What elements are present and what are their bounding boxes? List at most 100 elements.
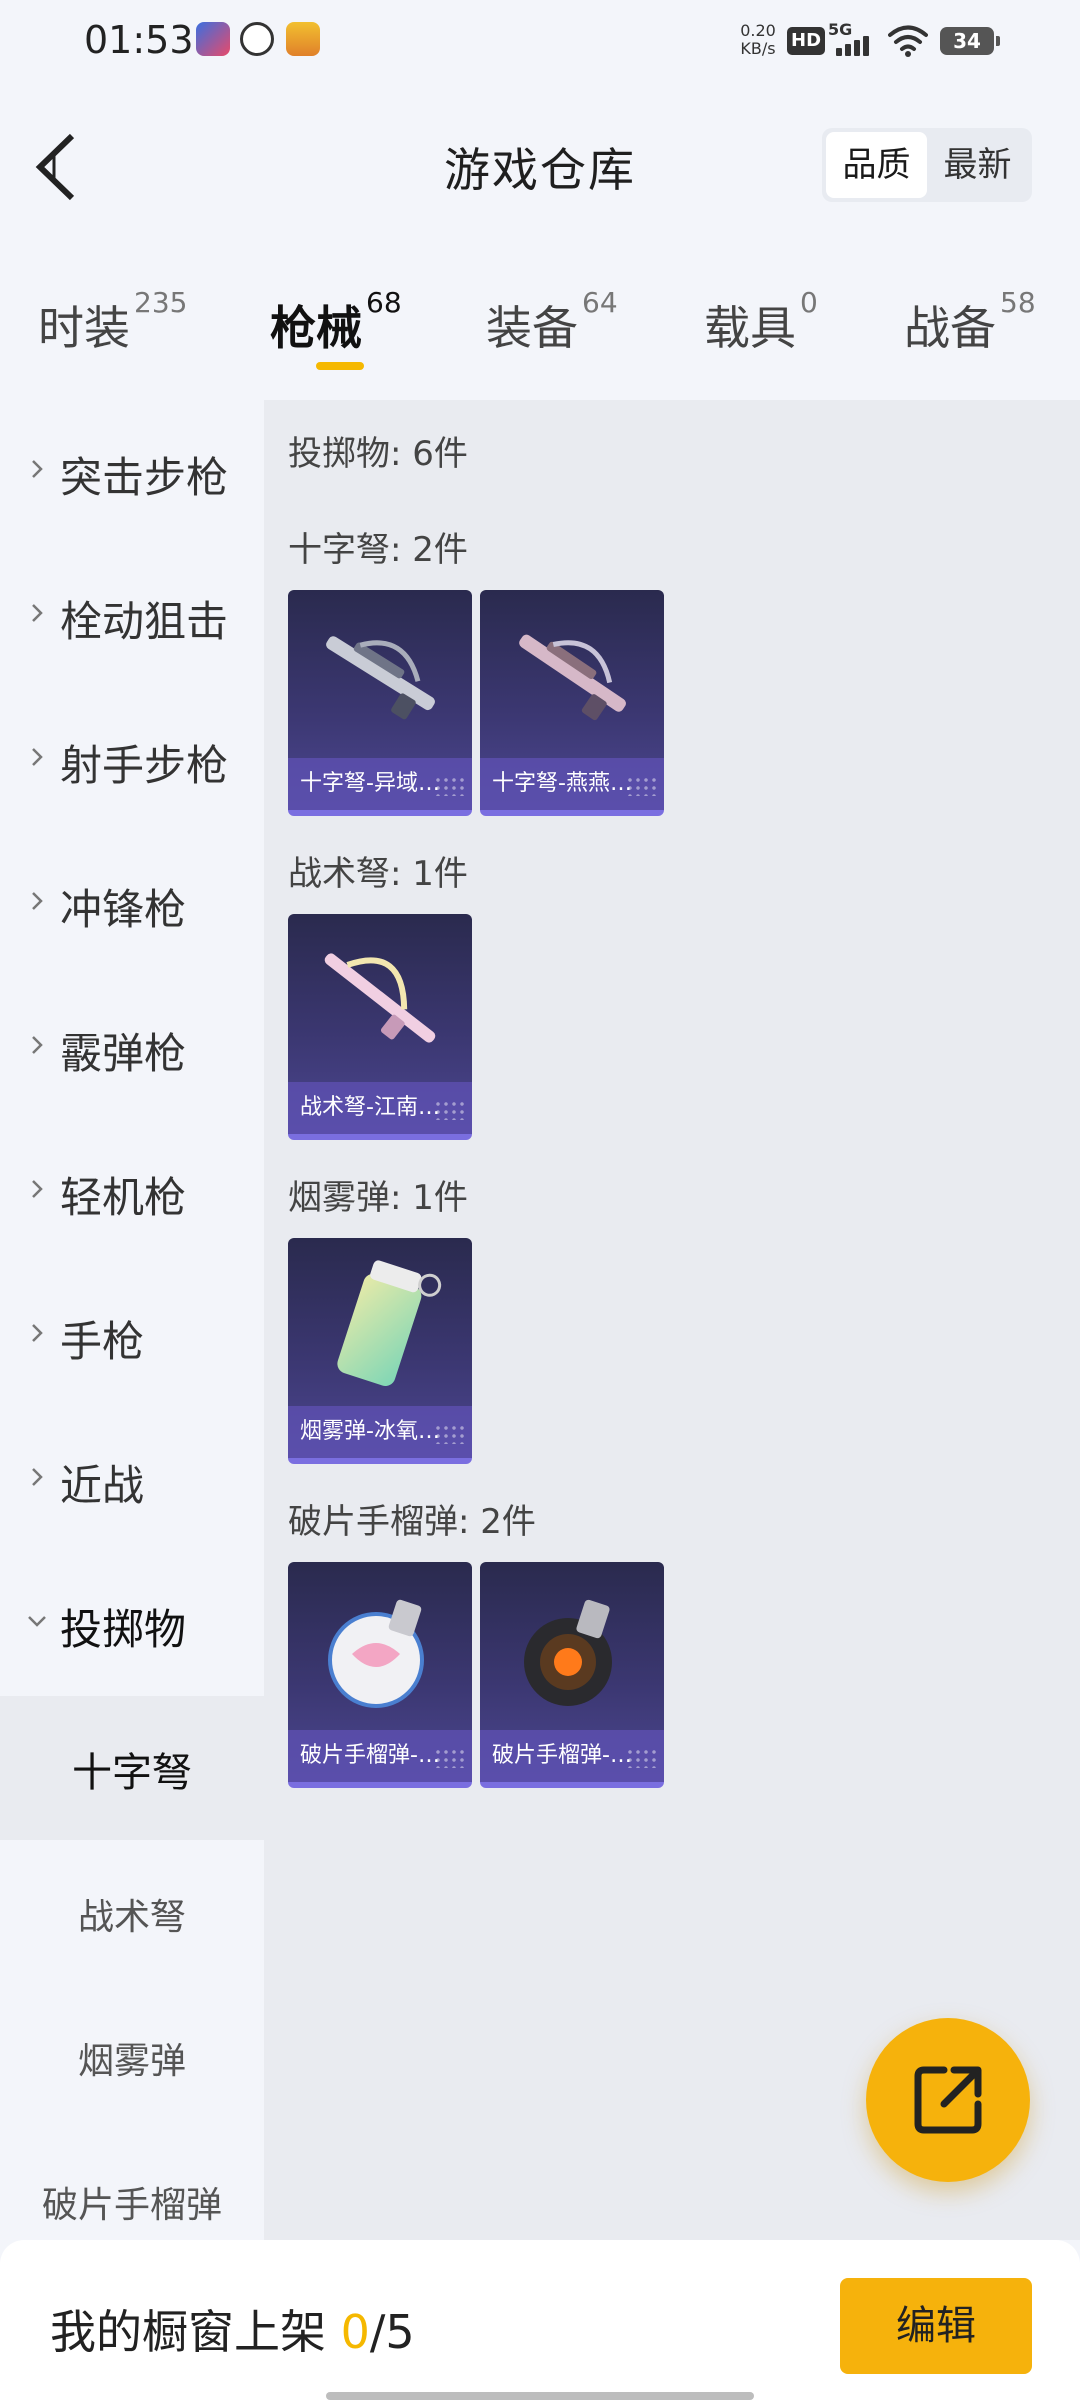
showcase-count-current: 0 [340,2305,370,2359]
crossbow-skin-image [519,634,626,721]
sidebar-sub-label: 烟雾弹 [77,2041,186,2082]
share-edit-icon [914,2066,982,2134]
sidebar-sub-tactical-crossbow[interactable]: 战术弩 [0,1840,264,1984]
edit-button[interactable]: 编辑 [840,2278,1032,2374]
status-time: 01:53 [84,18,194,62]
sidebar-item-label: 手枪 [60,1317,145,1366]
sidebar-item-assault-rifle[interactable]: 突击步枪 [0,400,264,544]
category-tabs: 时装 235 枪械 68 装备 64 载具 0 战备 58 [0,282,1080,392]
card-pattern [626,1748,656,1768]
item-card[interactable]: 破片手榴弹-… [288,1562,472,1788]
chevron-right-icon [32,1036,43,1054]
sidebar-item-label: 霰弹枪 [60,1029,187,1078]
showcase-count-total: /5 [369,2305,415,2359]
tab-count: 58 [1000,286,1036,319]
card-pattern [434,1424,464,1444]
active-tab-indicator [316,362,364,370]
sort-toggle: 品质 最新 [822,128,1032,202]
chevron-right-icon [32,1180,43,1198]
network-speed: 0.20 KB/s [733,22,783,58]
tab-count: 64 [582,286,618,319]
sidebar-item-label: 栓动狙击 [60,597,229,646]
tab-label: 装备 [486,301,578,355]
tab-combat-gear[interactable]: 战备 58 [904,286,1036,382]
sidebar-item-label: 轻机枪 [60,1173,187,1222]
chevron-right-icon [32,892,43,910]
chevron-right-icon [32,1324,43,1342]
item-card[interactable]: 十字弩-异域… [288,590,472,816]
smoke-grenade-skin-image [337,1260,442,1387]
sidebar-item-bolt-sniper[interactable]: 栓动狙击 [0,544,264,688]
notification-app-icon [196,22,230,56]
tab-count: 0 [800,286,818,319]
section-title: 十字弩: 2件 [288,530,468,570]
frag-grenade-skin-image [328,1599,424,1708]
wifi-icon [888,25,928,57]
header: 游戏仓库 品质 最新 [0,82,1080,252]
showcase-bar: 我的橱窗上架 0/5 编辑 [0,2240,1080,2408]
category-summary: 投掷物: 6件 [288,434,468,474]
chevron-down-icon [28,1616,46,1627]
card-pattern [434,1100,464,1120]
network-speed-value: 0.20 [740,21,776,40]
sidebar-item-throwables[interactable]: 投掷物 [0,1552,264,1696]
tab-equipment[interactable]: 装备 64 [486,286,618,382]
sidebar-item-label: 射手步枪 [60,741,229,790]
tab-fashion[interactable]: 时装 235 [38,286,187,382]
status-bar: 01:53 0.20 KB/s HD 5G 34 [0,0,1080,82]
chevron-right-icon [32,604,43,622]
frag-grenade-skin-image [524,1599,612,1706]
chevron-right-icon [32,1468,43,1486]
tab-label: 载具 [704,301,796,355]
tab-count: 235 [134,286,188,319]
battery-icon: 34 [940,27,1000,55]
sidebar-item-label: 突击步枪 [60,453,229,502]
sidebar-sub-label: 十字弩 [72,1750,192,1796]
sidebar-item-pistol[interactable]: 手枪 [0,1264,264,1408]
sidebar-item-smg[interactable]: 冲锋枪 [0,832,264,976]
card-pattern [434,776,464,796]
sidebar-item-marksman-rifle[interactable]: 射手步枪 [0,688,264,832]
sidebar-sub-label: 战术弩 [77,1897,186,1938]
tactical-crossbow-skin-image [324,953,436,1043]
sidebar: 突击步枪 栓动狙击 射手步枪 冲锋枪 霰弹枪 轻机枪 手枪 近战 投掷物 十字弩… [0,400,264,2240]
sort-by-quality-button[interactable]: 品质 [826,132,927,198]
notification-app-icon [286,22,320,56]
section-title: 破片手榴弹: 2件 [288,1502,536,1542]
sidebar-sub-smoke-grenade[interactable]: 烟雾弹 [0,1984,264,2128]
sidebar-item-label: 冲锋枪 [60,885,187,934]
crossbow-skin-image [326,636,435,720]
item-card[interactable]: 战术弩-江南… [288,914,472,1140]
item-card[interactable]: 十字弩-燕燕… [480,590,664,816]
sidebar-item-shotgun[interactable]: 霰弹枪 [0,976,264,1120]
chevron-right-icon [32,748,43,766]
showcase-label: 我的橱窗上架 [50,2305,341,2359]
card-pattern [434,1748,464,1768]
network-speed-unit: KB/s [740,39,776,58]
card-pattern [626,776,656,796]
sidebar-item-lmg[interactable]: 轻机枪 [0,1120,264,1264]
tab-label: 时装 [38,301,130,355]
section-title: 战术弩: 1件 [288,854,468,894]
sort-by-newest-button[interactable]: 最新 [927,132,1028,198]
sidebar-item-label: 近战 [60,1461,145,1510]
item-grid-panel: 投掷物: 6件 十字弩: 2件 十字弩-异域… 十字弩-燕燕… 战术弩: 1件 … [264,400,1080,2240]
chevron-right-icon [32,460,43,478]
tab-count: 68 [366,286,402,319]
tab-label: 战备 [904,301,996,355]
item-card[interactable]: 烟雾弹-冰氧… [288,1238,472,1464]
tab-vehicles[interactable]: 载具 0 [704,286,818,382]
tab-label: 枪械 [270,301,362,355]
sidebar-sub-label: 破片手榴弹 [41,2185,222,2226]
home-indicator[interactable] [326,2392,754,2400]
item-card[interactable]: 破片手榴弹-… [480,1562,664,1788]
sidebar-sub-crossbow[interactable]: 十字弩 [0,1696,264,1840]
signal-icon: 5G [828,20,878,60]
notification-app-icon [240,22,274,56]
showcase-status: 我的橱窗上架 0/5 [50,2296,415,2362]
section-title: 烟雾弹: 1件 [288,1178,468,1218]
sidebar-item-label: 投掷物 [60,1605,187,1654]
sidebar-item-melee[interactable]: 近战 [0,1408,264,1552]
share-button[interactable] [866,2018,1030,2182]
hd-badge: HD [787,27,826,55]
